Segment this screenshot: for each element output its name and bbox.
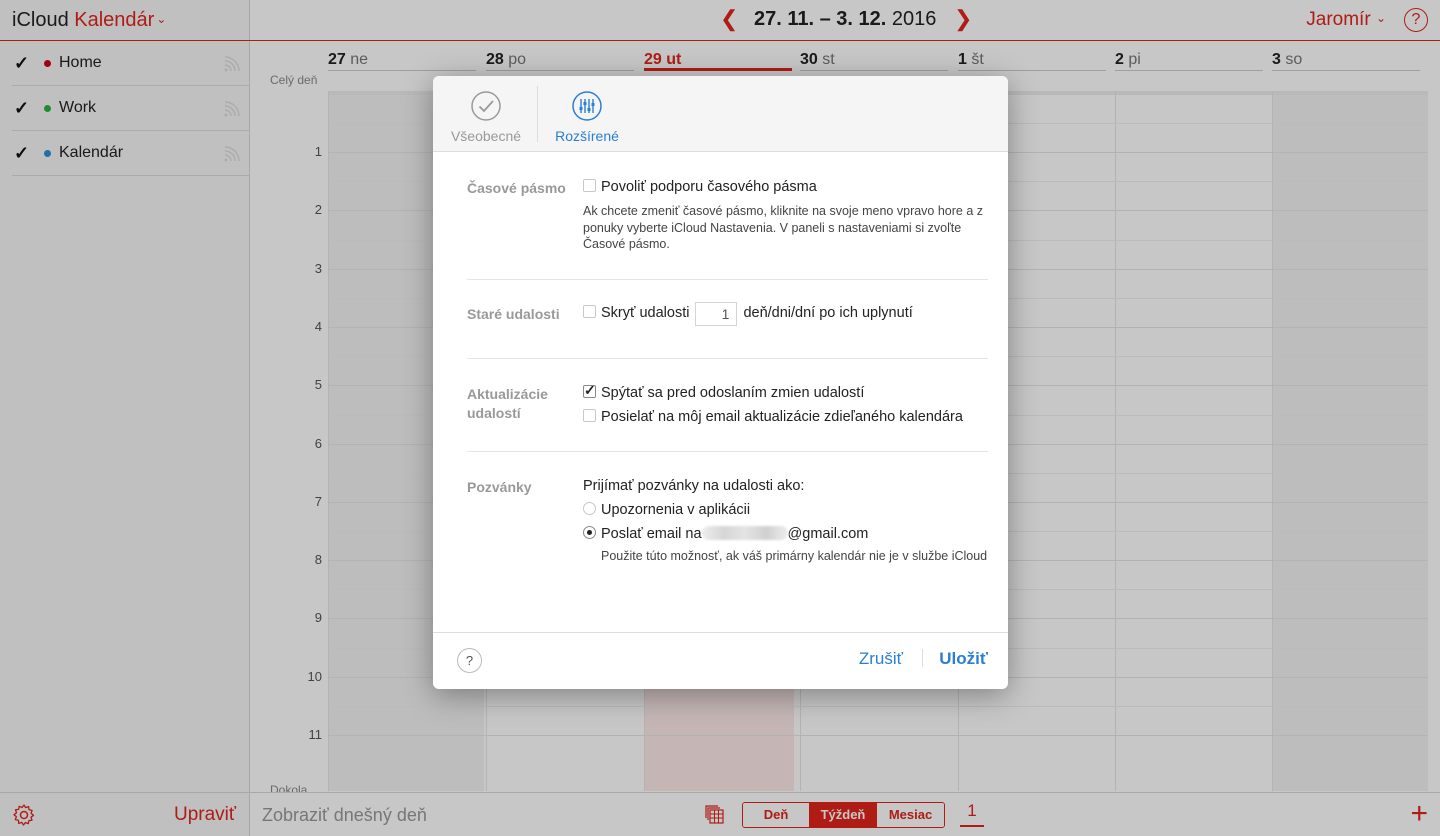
- ask-before-sending-label: Spýtať sa pred odoslaním zmien udalostí: [601, 384, 865, 401]
- hide-events-checkbox[interactable]: [583, 304, 596, 318]
- cancel-button[interactable]: Zrušiť: [859, 649, 903, 669]
- timezone-checkbox-label: Povoliť podporu časového pásma: [601, 179, 817, 195]
- email-option-label: Poslať email na: [601, 525, 702, 542]
- days-suffix: deň/dni/dní po ich uplynutí: [743, 304, 913, 321]
- redacted-email: [701, 525, 788, 540]
- timezone-section: Časové pásmo Povoliť podporu časového pá…: [467, 152, 988, 280]
- in-app-radio[interactable]: [583, 501, 596, 515]
- invitations-label: Pozvánky: [467, 478, 532, 495]
- tab-advanced[interactable]: Rozšírené: [551, 90, 623, 144]
- invite-in-app-option[interactable]: Upozornenia v aplikácii: [583, 501, 988, 518]
- sliders-icon: [572, 91, 602, 121]
- timezone-hint: Ak chcete zmeniť časové pásmo, kliknite …: [583, 204, 984, 251]
- old-events-section: Staré udalosti Skryť udalosti 1 deň/dni/dn…: [467, 280, 988, 359]
- invitations-section: Pozvánky Prijímať pozvánky na udalosti a…: [467, 452, 988, 585]
- tab-general[interactable]: Všeobecné: [447, 90, 525, 144]
- email-shared-updates-label: Posielať na môj email aktualizácie zdieľ…: [601, 408, 963, 425]
- ask-before-sending-checkbox[interactable]: [583, 382, 596, 399]
- days-input[interactable]: 1: [695, 301, 738, 326]
- tab-general-label: Všeobecné: [450, 128, 522, 144]
- timezone-option[interactable]: Povoliť podporu časového pásma: [583, 179, 988, 195]
- hide-events-label: Skryť udalosti: [601, 304, 690, 321]
- email-shared-updates-option[interactable]: Posielať na môj email aktualizácie zdieľ…: [583, 408, 988, 425]
- button-divider: [922, 649, 923, 667]
- invite-email-option[interactable]: Poslať email na @gmail.com: [583, 525, 988, 542]
- dialog-help-button[interactable]: ?: [457, 648, 482, 673]
- ask-before-sending-option[interactable]: Spýtať sa pred odoslaním zmien udalostí: [583, 382, 988, 401]
- tab-advanced-label: Rozšírené: [555, 128, 619, 144]
- save-button[interactable]: Uložiť: [939, 649, 988, 669]
- email-radio[interactable]: [583, 525, 596, 539]
- tab-divider: [537, 86, 538, 142]
- dialog-footer: ? Zrušiť Uložiť: [433, 632, 1008, 689]
- invitations-intro: Prijímať pozvánky na udalosti ako:: [583, 477, 805, 494]
- event-updates-label: Aktualizácie udalostí: [467, 385, 548, 421]
- checkmark-circle-icon: [471, 91, 501, 121]
- timezone-label: Časové pásmo: [467, 180, 566, 196]
- in-app-label: Upozornenia v aplikácii: [601, 501, 751, 518]
- event-updates-section: Aktualizácie udalostí Spýtať sa pred odo…: [467, 359, 988, 452]
- preferences-tabs: Všeobecné Rozšírené: [433, 76, 1008, 152]
- preferences-dialog: Všeobecné Rozšírené Časové pásmo Povoliť…: [433, 76, 1008, 689]
- preferences-body: Časové pásmo Povoliť podporu časového pá…: [433, 152, 1008, 584]
- email-shared-updates-checkbox[interactable]: [583, 408, 596, 422]
- email-domain: @gmail.com: [787, 525, 869, 542]
- timezone-checkbox[interactable]: [583, 179, 596, 192]
- email-option-hint: Použite túto možnosť, ak váš primárny ka…: [601, 548, 988, 563]
- old-events-label: Staré udalosti: [467, 305, 560, 322]
